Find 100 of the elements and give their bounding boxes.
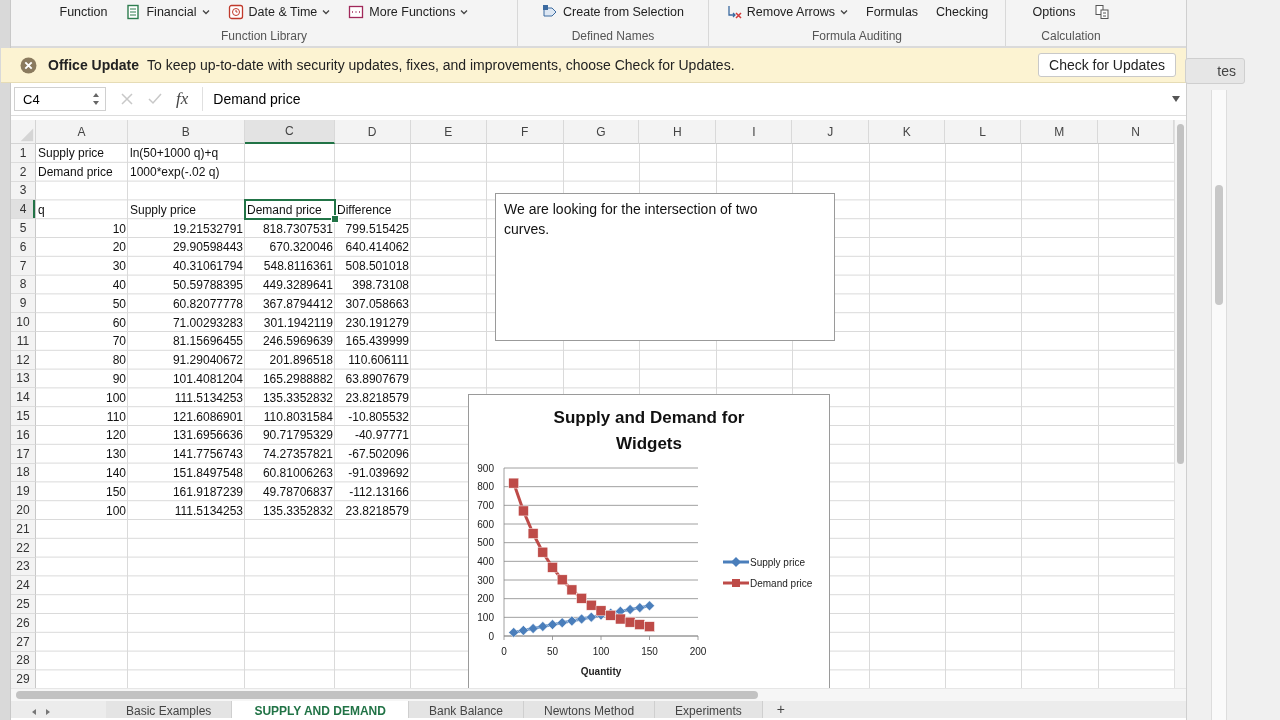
expand-icon[interactable] — [1171, 95, 1181, 103]
sheet-tab[interactable]: Experiments — [655, 701, 763, 718]
caret-icon — [840, 9, 848, 15]
row-header[interactable]: 14 — [11, 388, 36, 408]
scrollbar-thumb[interactable] — [16, 691, 758, 699]
axis-title: Quantity — [580, 666, 622, 677]
scrollbar-thumb[interactable] — [1177, 124, 1184, 464]
row-header[interactable]: 19 — [11, 482, 36, 502]
group-label: Calculation — [1041, 29, 1101, 43]
cancel-icon[interactable] — [120, 92, 134, 106]
table-cell: 398.73108 — [352, 277, 409, 292]
ribbon-button[interactable]: Date & Time — [225, 4, 333, 20]
column-header[interactable]: C — [244, 120, 335, 144]
table-cell: 63.8907679 — [345, 371, 409, 386]
column-header[interactable]: M — [1021, 120, 1099, 144]
ribbon-button[interactable]: Checking — [934, 5, 991, 19]
data-point — [644, 621, 655, 632]
table-cell: 60 — [112, 315, 126, 330]
insert-function-button[interactable]: fx — [176, 89, 189, 109]
row-header[interactable]: 15 — [11, 407, 36, 426]
row-header[interactable]: 25 — [11, 595, 36, 614]
ribbon-button[interactable]: Create from Selection — [540, 4, 686, 20]
ribbon-button[interactable]: Financial — [123, 4, 212, 20]
row-header[interactable]: 1 — [11, 144, 36, 163]
tick-label: 500 — [477, 537, 494, 549]
table-cell: -40.97771 — [354, 428, 409, 443]
tick-label: 400 — [477, 555, 494, 567]
chart-area[interactable]: Supply and Demand for Widgets 0 100 200 300 400 500 600 700 800 900 0 50 100 150 200 Quantity Supply price Demand price — [468, 394, 830, 688]
column-header[interactable]: B — [127, 120, 245, 144]
scrollbar[interactable] — [1211, 90, 1227, 720]
column-header[interactable]: A — [36, 120, 128, 144]
sheet-tab[interactable]: Bank Balance — [408, 701, 524, 718]
table-cell: 80 — [112, 353, 126, 368]
table-cell: 799.515425 — [345, 221, 409, 236]
close-icon[interactable] — [20, 56, 37, 74]
name-box[interactable]: C4 — [14, 87, 106, 111]
data-point — [547, 562, 558, 573]
column-header[interactable]: N — [1098, 120, 1174, 144]
background-button[interactable]: tes — [1185, 58, 1245, 84]
table-cell: 230.191279 — [345, 315, 409, 330]
data-point — [518, 625, 529, 636]
row-header[interactable]: 5 — [11, 219, 36, 238]
column-header[interactable]: I — [716, 120, 793, 144]
sheet-tab[interactable]: Newtons Method — [524, 701, 656, 718]
table-cell: Supply price — [130, 202, 197, 217]
table-cell: ln(50+1000 q)+q — [130, 146, 219, 161]
table-cell: 29.90598443 — [172, 240, 243, 255]
row-header[interactable]: 10 — [11, 313, 36, 332]
ribbon-button[interactable]: Function — [57, 5, 110, 19]
data-point — [576, 593, 587, 604]
table-cell: 818.7307531 — [262, 221, 333, 236]
table-cell: 74.27357821 — [262, 447, 333, 462]
data-point — [624, 616, 636, 628]
scrollbar[interactable] — [1174, 120, 1186, 688]
table-cell: Supply price — [38, 146, 105, 161]
table-cell: 548.8116361 — [263, 259, 333, 274]
select-all-button[interactable] — [11, 120, 36, 144]
tick-label: 150 — [641, 646, 658, 657]
tick-label: 0 — [501, 646, 507, 657]
table-cell: 100 — [105, 390, 126, 405]
row-header[interactable]: 20 — [11, 501, 36, 520]
add-sheet-button[interactable]: + — [762, 701, 799, 718]
table-cell: -91.039692 — [348, 465, 409, 480]
column-header[interactable]: D — [334, 120, 411, 144]
text-box[interactable]: We are looking for the intersection of two curves. — [495, 193, 835, 341]
row-header[interactable]: 4 — [11, 200, 36, 220]
data-point — [644, 600, 655, 611]
column-header[interactable]: J — [792, 120, 870, 144]
column-header[interactable]: F — [486, 120, 564, 144]
table-cell: 30 — [112, 259, 126, 274]
ribbon-button[interactable]: Options — [1030, 5, 1078, 19]
column-header[interactable]: G — [563, 120, 640, 144]
table-cell: 20 — [112, 240, 126, 255]
data-point — [547, 619, 558, 630]
ribbon-button[interactable]: More Functions — [346, 4, 471, 20]
data-point — [527, 528, 539, 539]
column-header[interactable]: L — [945, 120, 1022, 144]
ribbon-button[interactable]: Remove Arrows — [723, 4, 850, 20]
row-header[interactable]: 9 — [11, 294, 36, 314]
fill-handle[interactable] — [331, 215, 339, 224]
legend-marker — [723, 579, 749, 587]
sheet-tab[interactable]: SUPPLY AND DEMAND — [232, 701, 409, 718]
table-cell: 121.6086901 — [172, 409, 243, 424]
check-updates-button[interactable]: Check for Updates — [1038, 53, 1176, 77]
sheet-tab[interactable]: Basic Examples — [106, 701, 233, 718]
ribbon-button[interactable]: Formulas — [864, 5, 921, 19]
clock-icon — [227, 4, 244, 20]
row-header[interactable]: 29 — [11, 670, 36, 688]
table-cell: 81.15696455 — [172, 334, 243, 349]
enter-icon[interactable] — [148, 92, 162, 106]
table-cell: 140 — [105, 465, 126, 480]
row-header[interactable]: 24 — [11, 576, 36, 596]
column-header[interactable]: K — [869, 120, 946, 144]
column-header[interactable]: E — [410, 120, 487, 144]
data-point — [508, 477, 519, 489]
scrollbar-thumb[interactable] — [1215, 185, 1223, 305]
table-cell: 10 — [112, 221, 126, 236]
table-cell: Difference — [337, 202, 392, 217]
column-header[interactable]: H — [639, 120, 717, 144]
scrollbar[interactable] — [11, 688, 1186, 701]
